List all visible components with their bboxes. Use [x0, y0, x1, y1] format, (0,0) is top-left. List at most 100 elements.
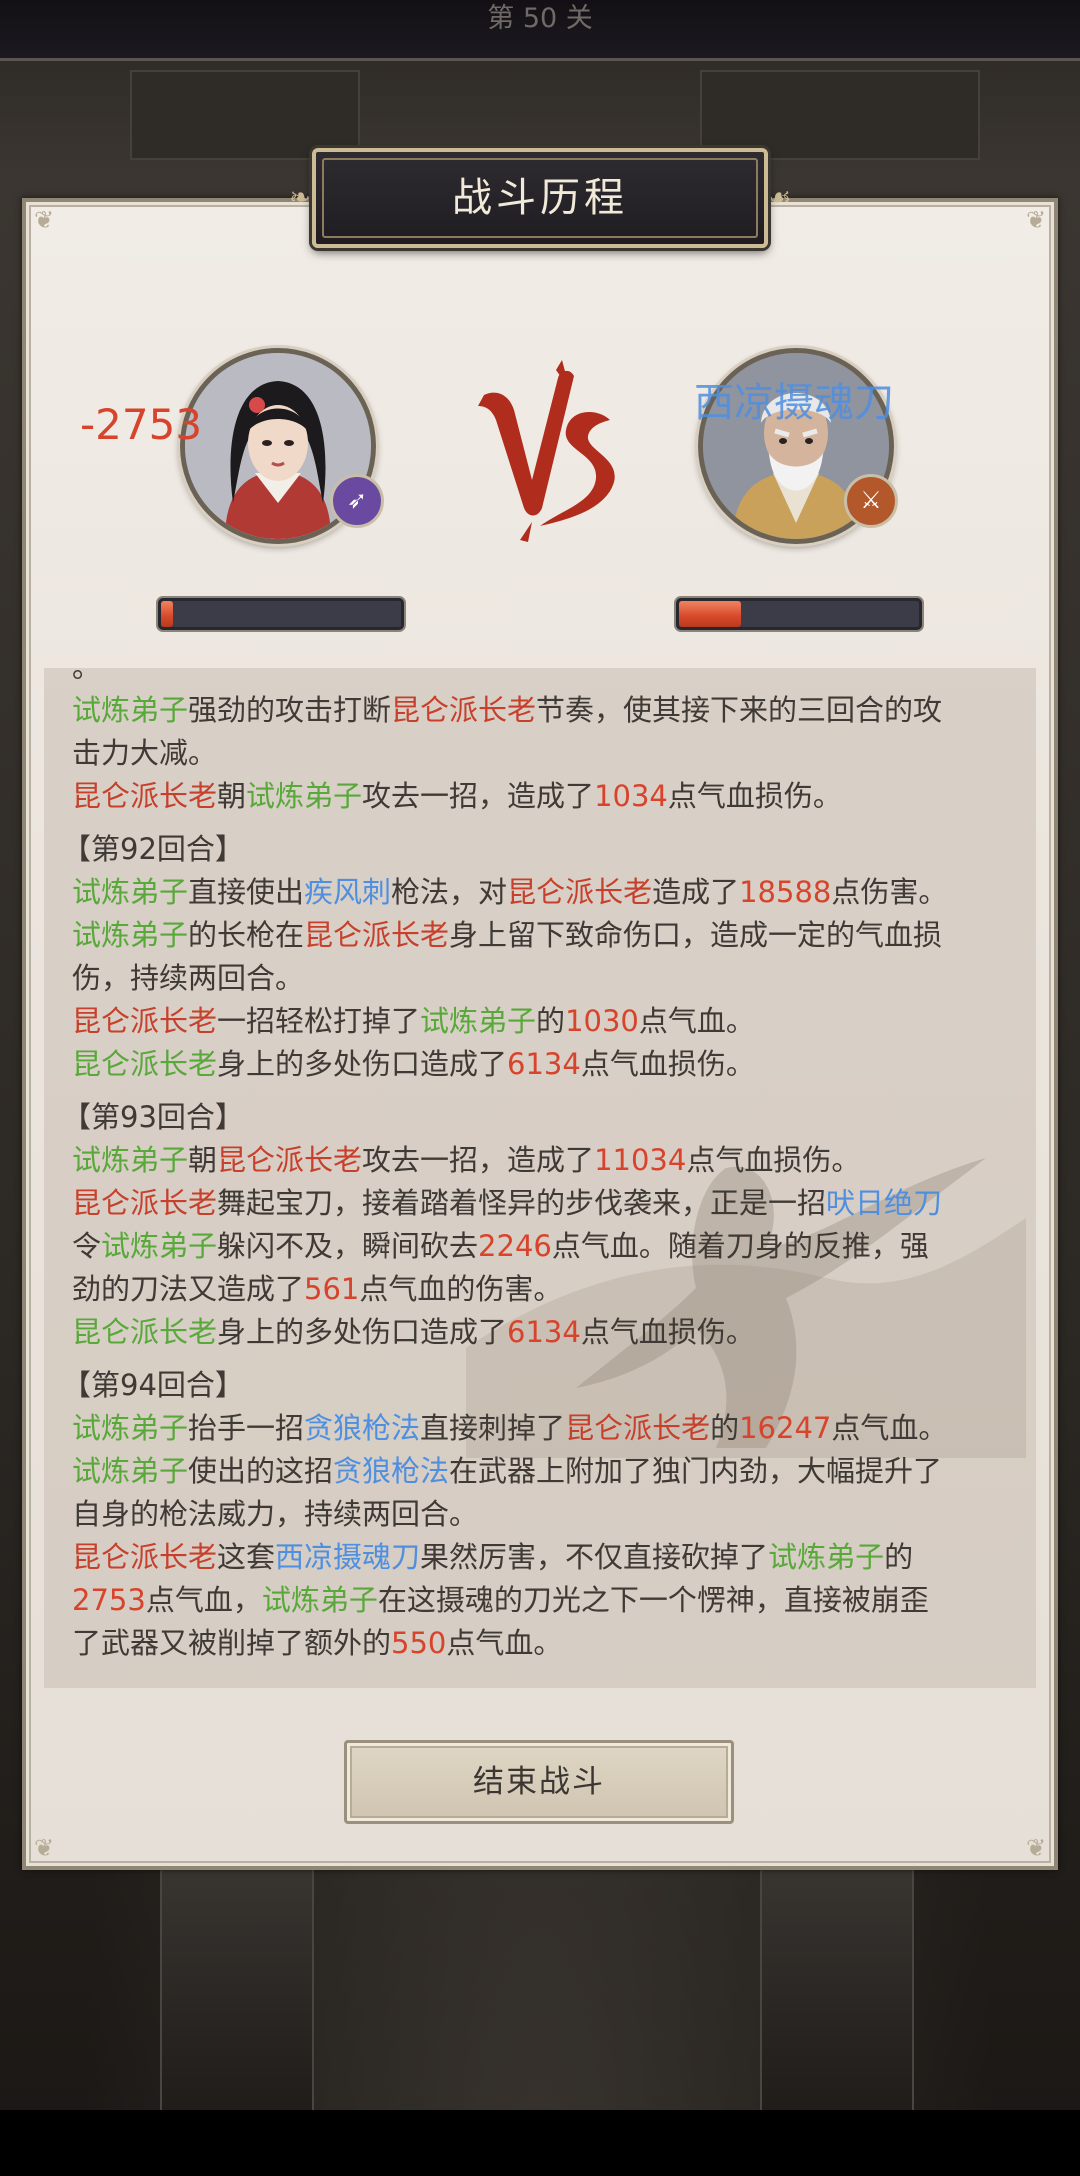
log-text: 在这摄魂的刀光之下一个愣神，直接被崩歪 [377, 1583, 929, 1617]
log-text: 点气血。 [446, 1626, 563, 1660]
log-text: 的 [536, 1004, 566, 1038]
log-text: 攻去一招，造成了 [362, 779, 595, 813]
log-text: 自身的枪法威力，持续两回合。 [72, 1497, 479, 1531]
log-text: 枪法，对 [391, 875, 508, 909]
log-line: 昆仑派长老舞起宝刀，接着踏着怪异的步伐袭来，正是一招吠日绝刀 [72, 1182, 1022, 1225]
panel-title-plate: 战斗历程 [312, 148, 768, 248]
log-text: 点气血损伤。 [667, 779, 842, 813]
player-hp-bar [158, 598, 404, 630]
corner-ornament-icon: ❦ [1025, 1834, 1047, 1862]
damage-value: 2753 [72, 1583, 146, 1617]
log-text: 直接使出 [188, 875, 305, 909]
log-text: 点伤害。 [831, 875, 948, 909]
log-text: 强劲的攻击打断 [188, 693, 392, 727]
end-battle-button[interactable]: 结束战斗 [344, 1740, 734, 1824]
pillar-right [760, 1852, 914, 2116]
battle-log[interactable]: 。试炼弟子强劲的攻击打断昆仑派长老节奏，使其接下来的三回合的攻击力大减。昆仑派长… [44, 668, 1036, 1688]
enemy-name: 昆仑派长老 [507, 875, 653, 909]
log-text: 伤，持续两回合。 [72, 961, 305, 995]
log-text: 点气血。 [831, 1411, 948, 1445]
player-name: 试炼弟子 [72, 875, 189, 909]
damage-value: 16247 [739, 1411, 832, 1445]
log-text: 身上的多处伤口造成了 [217, 1047, 508, 1081]
log-line: 昆仑派长老身上的多处伤口造成了6134点气血损伤。 [72, 1311, 1022, 1354]
log-text: 了武器又被削掉了额外的 [72, 1626, 392, 1660]
enemy-name: 昆仑派长老 [391, 693, 537, 727]
log-line: 昆仑派长老身上的多处伤口造成了6134点气血损伤。 [72, 1043, 1022, 1086]
log-text: 。 [72, 668, 101, 684]
player-hp-fill [161, 601, 173, 627]
enemy-name: 昆仑派长老 [72, 1186, 218, 1220]
log-line: 昆仑派长老一招轻松打掉了试炼弟子的1030点气血。 [72, 1000, 1022, 1043]
log-line: 自身的枪法威力，持续两回合。 [72, 1493, 1022, 1536]
log-line: 令试炼弟子躲闪不及，瞬间砍去2246点气血。随着刀身的反推，强 [72, 1225, 1022, 1268]
round-header: 【第94回合】 [62, 1368, 244, 1402]
round-header: 【第92回合】 [62, 832, 244, 866]
player-name: 试炼弟子 [72, 1143, 189, 1177]
damage-value: 18588 [739, 875, 832, 909]
log-text: 令 [72, 1229, 102, 1263]
level-title: 第 50 关 [487, 3, 593, 34]
enemy-name: 昆仑派长老 [72, 779, 218, 813]
skill-name: 西凉摄魂刀 [275, 1540, 421, 1574]
enemy-skill-popup: 西凉摄魂刀 [694, 380, 894, 426]
log-line: 伤，持续两回合。 [72, 957, 1022, 1000]
log-text: 朝 [188, 1143, 218, 1177]
log-text: 一招轻松打掉了 [217, 1004, 421, 1038]
versus-icon [478, 360, 615, 542]
damage-value: 6134 [507, 1315, 581, 1349]
log-line: 2753点气血，试炼弟子在这摄魂的刀光之下一个愣神，直接被崩歪 [72, 1579, 1022, 1622]
log-text: 这套 [217, 1540, 276, 1574]
player-name: 试炼弟子 [420, 1004, 537, 1038]
bottom-bar [0, 2110, 1080, 2176]
player-name: 试炼弟子 [72, 693, 189, 727]
enemy-name: 昆仑派长老 [72, 1540, 218, 1574]
log-text: 舞起宝刀，接着踏着怪异的步伐袭来，正是一招 [217, 1186, 827, 1220]
corner-ornament-icon: ❦ [33, 1834, 55, 1862]
log-text: 点气血， [145, 1583, 262, 1617]
player-name: 试炼弟子 [72, 1411, 189, 1445]
player-name: 试炼弟子 [72, 1454, 189, 1488]
spear-icon: ➶ [330, 474, 384, 528]
wall-panel-right [700, 70, 980, 160]
log-line: 试炼弟子的长枪在昆仑派长老身上留下致命伤口，造成一定的气血损 [72, 914, 1022, 957]
log-text: 果然厉害，不仅直接砍掉了 [420, 1540, 769, 1574]
panel-title: 战斗历程 [452, 175, 628, 221]
log-text: 劲的刀法又造成了 [72, 1272, 305, 1306]
log-line: 试炼弟子使出的这招贪狼枪法在武器上附加了独门内劲，大幅提升了 [72, 1450, 1022, 1493]
log-text: 朝 [217, 779, 247, 813]
log-line: 试炼弟子强劲的攻击打断昆仑派长老节奏，使其接下来的三回合的攻 [72, 689, 1022, 732]
corner-ornament-icon: ❦ [1025, 206, 1047, 234]
skill-name: 贪狼枪法 [304, 1411, 421, 1445]
log-text: 击力大减。 [72, 736, 218, 770]
damage-value: 6134 [507, 1047, 581, 1081]
log-text: 点气血损伤。 [686, 1143, 861, 1177]
damage-value: 1034 [594, 779, 668, 813]
log-line: 昆仑派长老朝试炼弟子攻去一招，造成了1034点气血损伤。 [72, 775, 1022, 818]
log-text: 身上留下致命伤口，造成一定的气血损 [449, 918, 943, 952]
log-line: 试炼弟子朝昆仑派长老攻去一招，造成了11034点气血损伤。 [72, 1139, 1022, 1182]
player-name: 试炼弟子 [768, 1540, 885, 1574]
enemy-name: 昆仑派长老 [72, 1004, 218, 1038]
skill-name: 贪狼枪法 [333, 1454, 450, 1488]
enemy-hp-fill [679, 601, 741, 627]
enemy-name: 昆仑派长老 [565, 1411, 711, 1445]
enemy-name: 昆仑派长老 [217, 1143, 363, 1177]
player-damage-popup: -2753 [80, 400, 203, 449]
player-name: 昆仑派长老 [72, 1315, 218, 1349]
log-text: 点气血的伤害。 [359, 1272, 563, 1306]
skill-name: 疾风刺 [304, 875, 392, 909]
log-text: 的长枪在 [188, 918, 305, 952]
log-text: 造成了 [652, 875, 740, 909]
log-text: 身上的多处伤口造成了 [217, 1315, 508, 1349]
log-text: 点气血损伤。 [580, 1047, 755, 1081]
damage-value: 2246 [478, 1229, 552, 1263]
log-line: 击力大减。 [72, 732, 1022, 775]
log-text: 的 [710, 1411, 740, 1445]
blade-icon: ⚔ [844, 474, 898, 528]
log-text: 攻去一招，造成了 [362, 1143, 595, 1177]
battle-log-content: 。试炼弟子强劲的攻击打断昆仑派长老节奏，使其接下来的三回合的攻击力大减。昆仑派长… [62, 668, 1022, 1665]
skill-name: 吠日绝刀 [826, 1186, 943, 1220]
log-text: 节奏，使其接下来的三回合的攻 [536, 693, 943, 727]
log-text: 使出的这招 [188, 1454, 334, 1488]
